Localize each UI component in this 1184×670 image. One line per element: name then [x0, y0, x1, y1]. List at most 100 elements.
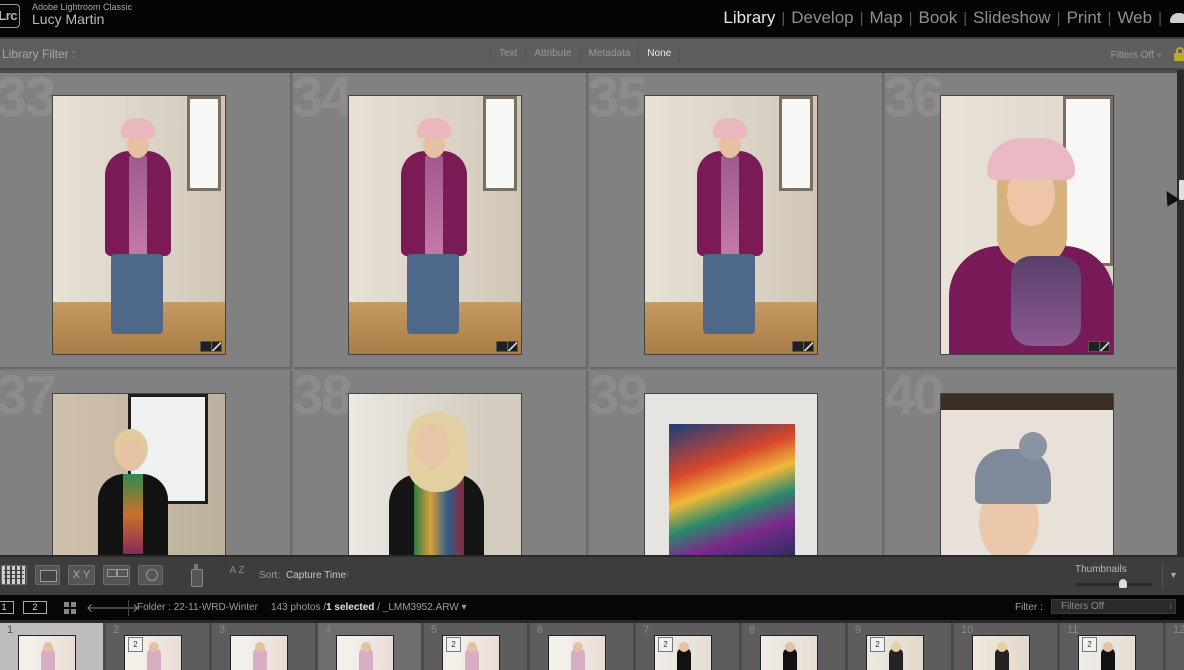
cloud-sync-icon[interactable]	[1170, 13, 1184, 23]
compare-view-button[interactable]: X Y	[68, 565, 95, 585]
main-window-button[interactable]: 1	[0, 601, 14, 614]
filmstrip-cell[interactable]: 11 2	[1060, 623, 1164, 670]
photo-window	[187, 96, 221, 191]
stack-count-badge[interactable]: 2	[658, 637, 673, 652]
grid-cell[interactable]: 36	[886, 73, 1177, 369]
filter-tab-attribute[interactable]: Attribute	[525, 46, 579, 61]
photo-thumbnail[interactable]	[644, 393, 818, 555]
filmstrip-cell[interactable]: 10	[954, 623, 1058, 670]
filmstrip-thumbnail[interactable]	[548, 635, 606, 670]
thumbnails-label: Thumbnails	[1075, 564, 1127, 575]
scrollbar-thumb[interactable]	[1179, 180, 1184, 200]
grid-cell[interactable]: 35	[590, 73, 884, 369]
filter-tab-text[interactable]: Text	[490, 46, 525, 61]
photo-subject-scarf	[425, 156, 443, 256]
filmstrip-thumbnail[interactable]	[760, 635, 818, 670]
module-web[interactable]: Web	[1111, 8, 1158, 28]
people-view-button[interactable]	[138, 565, 163, 585]
cell-index-number: 40	[886, 371, 944, 426]
lock-icon[interactable]	[1174, 47, 1184, 61]
module-library[interactable]: Library	[717, 8, 781, 28]
photo-thumbnail[interactable]	[644, 95, 818, 355]
photo-thumbnail[interactable]	[52, 393, 226, 555]
identity-plate[interactable]: Lucy Martin	[32, 11, 104, 27]
filter-preset-dropdown[interactable]: Filters Off ÷	[1111, 50, 1162, 61]
photo-thumbnail[interactable]	[940, 393, 1114, 555]
filmstrip-cell[interactable]: 3	[212, 623, 316, 670]
cell-index-number: 38	[294, 371, 352, 426]
filmstrip-thumbnail[interactable]	[336, 635, 394, 670]
grid-cell[interactable]: 39	[590, 371, 884, 555]
sort-dropdown-arrows-icon[interactable]: ⁝	[346, 569, 349, 580]
stack-count-badge[interactable]: 2	[870, 637, 885, 652]
stack-count-badge[interactable]: 2	[128, 637, 143, 652]
filmstrip-cell[interactable]: 92	[848, 623, 952, 670]
metadata-edited-badge-icon[interactable]	[1088, 341, 1110, 352]
photo-grid: 33 34 35 36 37 38 39 40	[0, 70, 1177, 555]
filter-tab-none[interactable]: None	[638, 46, 681, 61]
sort-direction-icon[interactable]: A Z	[226, 566, 248, 576]
metadata-edited-badge-icon[interactable]	[792, 341, 814, 352]
library-filter-label: Library Filter :	[2, 47, 76, 61]
filmstrip-cell[interactable]: 52	[424, 623, 528, 670]
grid-cell[interactable]: 40	[886, 371, 1177, 555]
photo-subject-scarf	[123, 474, 143, 554]
filmstrip-header: 1 2 🡐 🡒 Folder : 22-11-WRD-Winter 143 ph…	[0, 595, 1184, 620]
module-print[interactable]: Print	[1061, 8, 1108, 28]
filter-tab-metadata[interactable]: Metadata	[579, 46, 639, 61]
forward-arrow-icon[interactable]: 🡒	[107, 600, 139, 615]
grid-cell[interactable]: 34	[294, 73, 588, 369]
thumbnail-size-slider[interactable]	[1076, 579, 1152, 588]
toolbar-menu-chevron-icon[interactable]: ▼	[1162, 563, 1184, 589]
metadata-edited-badge-icon[interactable]	[496, 341, 518, 352]
filmstrip-cell[interactable]: 8	[742, 623, 846, 670]
painter-spray-can-icon[interactable]	[191, 564, 203, 587]
module-develop[interactable]: Develop	[785, 8, 859, 28]
grid-cell[interactable]: 38	[294, 371, 588, 555]
filmstrip-subject-head	[997, 642, 1007, 652]
filmstrip-cell[interactable]: 72	[636, 623, 740, 670]
stack-count-badge[interactable]: 2	[1082, 637, 1097, 652]
photo-subject-pompom	[1019, 432, 1047, 460]
filmstrip-thumbnail[interactable]	[972, 635, 1030, 670]
filmstrip-thumbnail[interactable]	[18, 635, 76, 670]
module-book[interactable]: Book	[913, 8, 964, 28]
sort-dropdown[interactable]: Capture Time	[286, 570, 346, 581]
photo-thumbnail[interactable]	[348, 393, 522, 555]
stack-count-badge[interactable]: 2	[446, 637, 461, 652]
photo-thumbnail[interactable]	[348, 95, 522, 355]
slider-knob[interactable]	[1119, 579, 1128, 588]
metadata-edited-badge-icon[interactable]	[200, 341, 222, 352]
filmstrip-cell[interactable]: 12	[1166, 623, 1184, 670]
filmstrip-index: 3	[219, 624, 226, 636]
filmstrip-filter-dropdown[interactable]: Filters Off ⁝	[1051, 599, 1176, 614]
module-map[interactable]: Map	[864, 8, 909, 28]
photo-subject-jeans	[111, 254, 163, 334]
photo-subject-hat	[121, 118, 155, 138]
loupe-view-button[interactable]	[35, 565, 60, 585]
filmstrip-subject-head	[891, 642, 901, 652]
filmstrip-cell[interactable]: 1	[0, 623, 104, 670]
secondary-window-button[interactable]: 2	[23, 601, 47, 614]
survey-view-button[interactable]	[103, 565, 130, 585]
cell-index-number: 35	[590, 73, 648, 128]
filmstrip-cell[interactable]: 22	[106, 623, 210, 670]
source-folder-label[interactable]: Folder : 22-11-WRD-Winter	[137, 602, 258, 613]
grid-scrollbar[interactable]	[1177, 70, 1184, 555]
module-slideshow[interactable]: Slideshow	[967, 8, 1057, 28]
library-filter-bar: Library Filter : Text Attribute Metadata No…	[0, 37, 1184, 70]
filmstrip-index: 5	[431, 624, 438, 636]
photo-subject-jeans	[703, 254, 755, 334]
grid-cell[interactable]: 37	[0, 371, 292, 555]
grid-cell[interactable]: 33	[0, 73, 292, 369]
grid-view-icon[interactable]	[64, 602, 76, 614]
filmstrip-cell[interactable]: 6	[530, 623, 634, 670]
photo-thumbnail[interactable]	[940, 95, 1114, 355]
photo-thumbnail[interactable]	[52, 95, 226, 355]
grid-view-button[interactable]	[1, 565, 27, 585]
photo-subject-hat	[987, 138, 1075, 180]
filmstrip-cell[interactable]: 4	[318, 623, 422, 670]
selection-info[interactable]: 143 photos /1 selected / _LMM3952.ARW ▾	[271, 602, 467, 613]
filmstrip-thumbnail[interactable]	[230, 635, 288, 670]
photo-subject-hat	[417, 118, 451, 138]
